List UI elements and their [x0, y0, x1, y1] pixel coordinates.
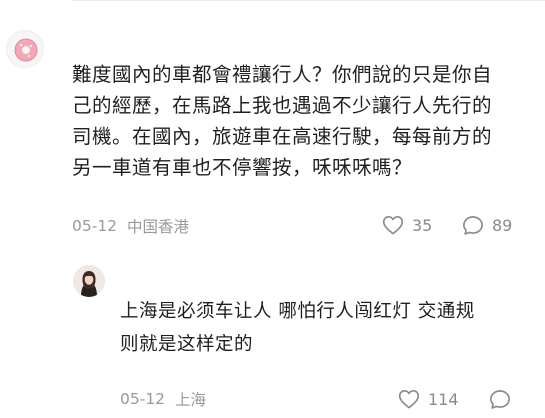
heart-icon	[398, 390, 420, 409]
comment-body: 難度國內的車都會禮讓行人？你們說的只是你自 己的經歷，在馬路上我也遇過不少讓行人…	[72, 59, 492, 183]
comment-meta: 05-12 中国香港	[72, 215, 189, 237]
comment-line: 難度國內的車都會禮讓行人？你們說的只是你自	[72, 63, 493, 86]
comment-location: 上海	[175, 391, 207, 409]
comment-bubble-icon	[490, 390, 510, 409]
comment-line: 则就是这样定的	[120, 334, 254, 355]
comment-bubble-icon	[463, 216, 483, 235]
comment-date: 05-12	[72, 217, 118, 235]
like-count: 35	[412, 215, 433, 235]
user-photo-avatar[interactable]	[73, 265, 105, 297]
divider	[72, 0, 545, 1]
comment-line: 己的經歷，在馬路上我也遇過不少讓行人先行的	[72, 94, 493, 117]
comment-location: 中国香港	[127, 218, 190, 236]
reply-body: 上海是必须车让人 哪怕行人闯红灯 交通规 则就是这样定的	[120, 295, 475, 361]
like-count: 114	[428, 389, 459, 409]
comment-thread: 難度國內的車都會禮讓行人？你們說的只是你自 己的經歷，在馬路上我也遇過不少讓行人…	[0, 0, 545, 418]
comment-line: 另一車道有車也不停響按，咊咊咊嗎？	[72, 156, 413, 179]
reply-button[interactable]: 89	[462, 215, 512, 236]
comment-line: 司機。在國內，旅遊車在高速行駛，每每前方的	[72, 125, 493, 148]
comment-meta: 05-12 上海	[120, 388, 206, 410]
reply-count: 89	[492, 216, 513, 235]
like-button[interactable]: 35	[382, 215, 432, 235]
donut-avatar-icon[interactable]	[6, 30, 44, 68]
heart-icon	[382, 216, 404, 235]
like-button[interactable]: 114	[398, 389, 459, 409]
reply-button[interactable]	[489, 389, 511, 410]
comment-line: 上海是必须车让人 哪怕行人闯红灯 交通规	[120, 301, 475, 322]
comment-date: 05-12	[120, 390, 166, 408]
